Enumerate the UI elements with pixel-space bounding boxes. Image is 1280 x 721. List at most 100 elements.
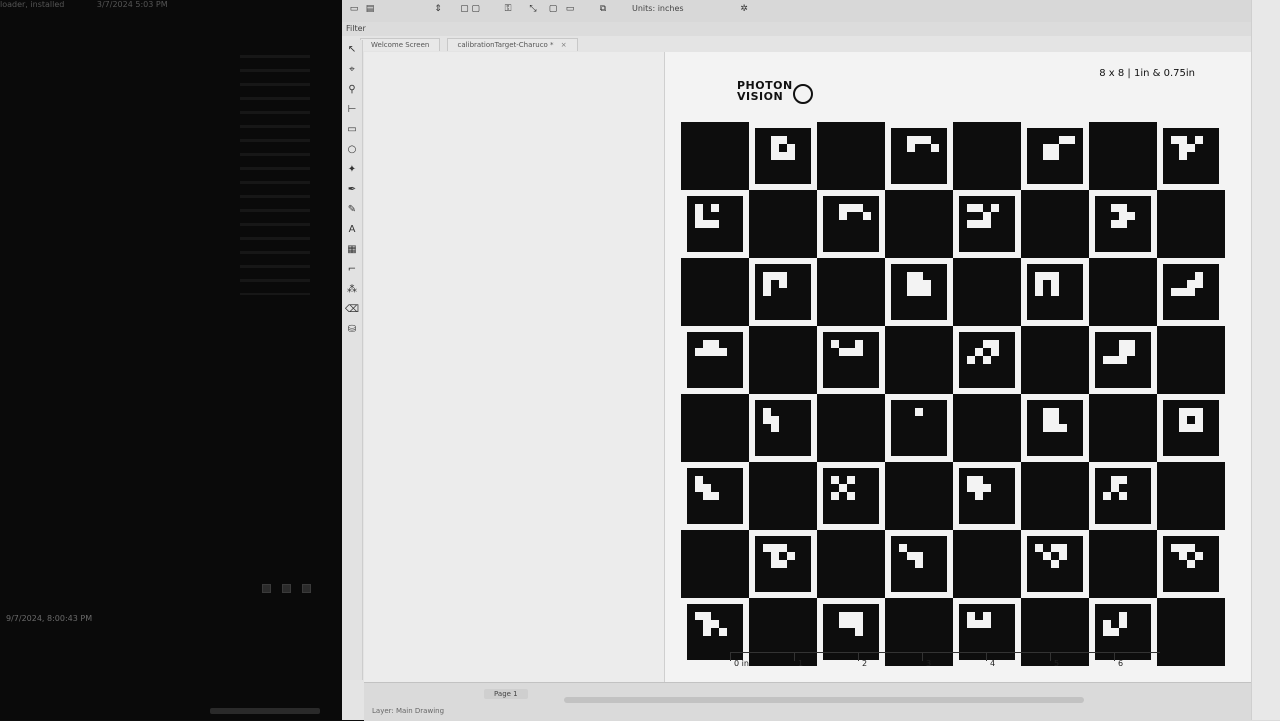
- align-icon[interactable]: ⇕: [432, 4, 444, 15]
- aruco-marker: [1027, 128, 1083, 184]
- tab-calibration-target[interactable]: calibrationTarget-Charuco * ×: [446, 38, 578, 51]
- aruco-marker: [1163, 128, 1219, 184]
- board-square: [681, 258, 749, 326]
- aruco-marker: [959, 196, 1015, 252]
- aruco-cell: [1021, 258, 1089, 326]
- tray-icons: [262, 578, 317, 597]
- rect-icon[interactable]: ▭: [342, 120, 362, 140]
- gradient-icon[interactable]: ▦: [342, 240, 362, 260]
- spray-icon[interactable]: ⁂: [342, 280, 362, 300]
- aruco-cell: [953, 326, 1021, 394]
- status-bar: Page 1 Layer: Main Drawing: [364, 682, 1280, 721]
- tray-icon-3[interactable]: [302, 584, 312, 593]
- page-selector[interactable]: Page 1: [484, 689, 528, 699]
- aruco-cell: [1089, 326, 1157, 394]
- units-label[interactable]: Units: inches: [632, 4, 684, 13]
- aruco-marker: [823, 196, 879, 252]
- aruco-cell: [749, 530, 817, 598]
- layers-icon[interactable]: ⧉: [592, 4, 614, 15]
- document-tabs: Welcome Screen calibrationTarget-Charuco…: [360, 38, 582, 52]
- aruco-marker: [891, 264, 947, 320]
- right-dock: [1251, 0, 1280, 720]
- charuco-board[interactable]: [681, 122, 1225, 666]
- tray-icon-1[interactable]: [262, 584, 271, 593]
- inkscape-window: ▭ ▤ ⇕ ▢ ▢ ⚿ ⤡ ▢ ▭ ⧉ Units: inches ✲ Filt…: [342, 0, 1280, 721]
- aruco-cell: [1089, 190, 1157, 258]
- tab-welcome-label: Welcome Screen: [371, 41, 430, 49]
- xy-fields[interactable]: ▢ ▢: [450, 4, 490, 15]
- tray-icon-2[interactable]: [282, 584, 292, 593]
- board-square: [817, 122, 885, 190]
- eraser-icon[interactable]: ⌫: [342, 300, 362, 320]
- board-square: [1089, 258, 1157, 326]
- ruler-label: 2: [862, 659, 868, 668]
- tab-welcome[interactable]: Welcome Screen: [360, 38, 441, 51]
- ruler-label: 0 in: [734, 659, 749, 668]
- close-tab-icon[interactable]: ×: [561, 41, 567, 49]
- ruler-label: 5: [1054, 659, 1060, 668]
- measure-icon[interactable]: ⊢: [342, 100, 362, 120]
- pencil-icon[interactable]: ✎: [342, 200, 362, 220]
- board-square: [953, 394, 1021, 462]
- photonvision-logo: PHOTON VISION: [737, 80, 813, 104]
- board-square: [1021, 462, 1089, 530]
- secondary-toolbar: Filter: [342, 22, 1280, 36]
- ruler-tick: [1114, 653, 1115, 661]
- aruco-marker: [1027, 400, 1083, 456]
- aruco-marker: [755, 264, 811, 320]
- aruco-cell: [681, 326, 749, 394]
- board-square: [749, 326, 817, 394]
- node-icon[interactable]: ⌖: [342, 60, 362, 80]
- main-toolbar: ▭ ▤ ⇕ ▢ ▢ ⚿ ⤡ ▢ ▭ ⧉ Units: inches ✲: [342, 0, 1280, 23]
- text-icon[interactable]: A: [342, 220, 362, 240]
- aruco-cell: [749, 394, 817, 462]
- code-area: [240, 55, 310, 295]
- snap-icon[interactable]: ⤡: [527, 4, 539, 15]
- pointer-icon[interactable]: ↖: [342, 40, 362, 60]
- aruco-marker: [959, 332, 1015, 388]
- aruco-cell: [1157, 258, 1225, 326]
- aruco-cell: [1021, 530, 1089, 598]
- bucket-icon[interactable]: ⛁: [342, 320, 362, 340]
- aruco-marker: [1163, 536, 1219, 592]
- left-monitor-editor: loader, installed 3/7/2024 5:03 PM 9/7/2…: [0, 0, 345, 720]
- drawing-canvas[interactable]: PHOTON VISION 8 x 8 | 1in & 0.75in 0 in 1…: [364, 52, 1264, 702]
- board-square: [1157, 326, 1225, 394]
- board-square: [1157, 190, 1225, 258]
- aruco-marker: [891, 400, 947, 456]
- lock-icon[interactable]: ⚿: [502, 4, 514, 15]
- zoom-icon[interactable]: ⚲: [342, 80, 362, 100]
- settings-icon[interactable]: ✲: [737, 4, 751, 15]
- pen-icon[interactable]: ✒: [342, 180, 362, 200]
- aruco-marker: [687, 332, 743, 388]
- board-square: [885, 190, 953, 258]
- aruco-cell: [885, 258, 953, 326]
- horizontal-scrollbar[interactable]: [564, 697, 1084, 703]
- aruco-marker: [823, 468, 879, 524]
- board-square: [817, 530, 885, 598]
- logo-line-2: VISION: [737, 90, 784, 103]
- transform-icon[interactable]: ▢: [547, 4, 559, 15]
- left-scrollbar[interactable]: [210, 708, 320, 714]
- board-square: [1021, 326, 1089, 394]
- open-file-icon[interactable]: ▤: [364, 4, 376, 15]
- left-topline-text-1: loader, installed: [0, 0, 65, 9]
- zoom-page-icon[interactable]: ▭: [564, 4, 576, 15]
- star-icon[interactable]: ✦: [342, 160, 362, 180]
- logo-mark-icon: [793, 84, 813, 104]
- aruco-marker: [1095, 468, 1151, 524]
- clock-timestamp: 9/7/2024, 8:00:43 PM: [6, 614, 93, 623]
- aruco-cell: [885, 394, 953, 462]
- new-file-icon[interactable]: ▭: [348, 4, 360, 15]
- tab-calibration-label: calibrationTarget-Charuco *: [457, 41, 554, 49]
- ruler-label: 1: [798, 659, 804, 668]
- aruco-marker: [891, 536, 947, 592]
- dropper-icon[interactable]: ⌐: [342, 260, 362, 280]
- circle-icon[interactable]: ○: [342, 140, 362, 160]
- aruco-cell: [681, 462, 749, 530]
- aruco-cell: [681, 190, 749, 258]
- aruco-cell: [1021, 394, 1089, 462]
- aruco-marker: [1163, 264, 1219, 320]
- ruler-tick: [794, 653, 795, 661]
- aruco-cell: [885, 122, 953, 190]
